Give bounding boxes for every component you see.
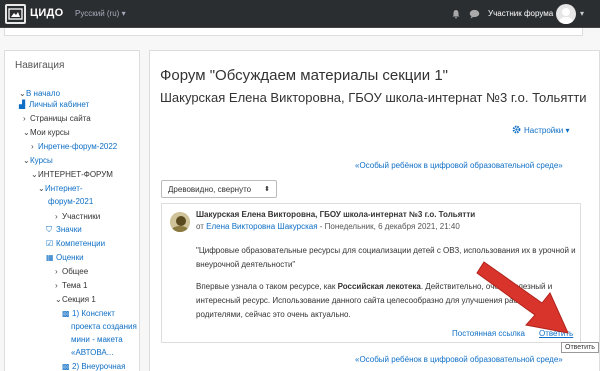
nav-item-label: Мои курсы (30, 128, 70, 137)
user-menu-name[interactable]: Участник форума (488, 9, 553, 18)
nav-item-label: Участники (62, 212, 101, 221)
nav-item-label: 2) Внеурочная (72, 362, 126, 371)
page: ЦИДО Русский (ru) ▾ Участник форума ▾ На… (0, 0, 600, 371)
nav-item-label: Секция 1 (62, 295, 96, 304)
nav-item-label: мини - макета (71, 335, 123, 344)
display-mode-value: Древовидно, свернуто (168, 185, 252, 194)
nav-item-label: Личный кабинет (29, 100, 90, 109)
post-text-bold: Российская лекотека (337, 282, 421, 291)
file-icon: ▩ (62, 362, 70, 371)
chevron-down-icon[interactable]: ▾ (580, 9, 584, 18)
nav-item[interactable]: › Инретне-форум-2022 (31, 142, 117, 152)
logo-icon[interactable] (5, 4, 26, 24)
nav-item-label: Страницы сайта (30, 114, 91, 123)
nav-item[interactable]: ⌄Интернет- (38, 184, 83, 194)
nav-item[interactable]: ⌄Мои курсы (23, 128, 70, 138)
settings-label: Настройки ▾ (524, 126, 570, 135)
nav-item-label: В начало (26, 89, 61, 98)
display-mode-select[interactable]: Древовидно, свернуто ⬍ (161, 180, 277, 198)
nav-item-label: Тема 1 (62, 281, 88, 290)
nav-item[interactable]: ▦ Оценки (46, 253, 84, 263)
nav-item[interactable]: ⌄ИНТЕРНЕТ-ФОРУМ (31, 170, 113, 180)
chevron-right-icon: › (55, 212, 58, 221)
nav-item-label: форум-2021 (48, 197, 94, 206)
chevron-right-icon: › (55, 281, 58, 290)
chevron-right-icon: › (31, 142, 34, 151)
nav-item[interactable]: ☑ Компетенции (46, 239, 105, 249)
nav-item[interactable]: ▩ 2) Внеурочная (62, 362, 125, 371)
chevron-down-icon: ⌄ (23, 156, 30, 165)
updown-icon: ⬍ (264, 186, 270, 193)
gear-icon (512, 125, 521, 134)
nav-item-label: Оценки (56, 253, 84, 262)
navigation-block: Навигация ⌄В начало ▟ Личный кабинет › Стран… (4, 50, 140, 371)
chevron-down-icon: ⌄ (19, 89, 26, 98)
nav-item-label: проекта создания (71, 322, 137, 331)
nav-item-label: Интернет- (45, 184, 83, 193)
dashboard-icon: ▟ (19, 100, 26, 109)
tooltip: Ответить (561, 342, 599, 353)
post-date: - Понедельник, 6 декабря 2021, 21:40 (319, 222, 460, 231)
nav-item[interactable]: форум-2021 (48, 197, 93, 207)
prev-discussion-link-bottom[interactable]: «Особый ребёнок в цифровой образовательн… (355, 355, 563, 364)
nav-item-label: «АВТОВА... (71, 348, 114, 357)
chevron-down-icon: ⌄ (31, 170, 38, 179)
avatar[interactable] (556, 4, 576, 24)
site-name[interactable]: ЦИДО (30, 7, 64, 19)
nav-item-label: ИНТЕРНЕТ-ФОРУМ (38, 170, 113, 179)
chat-icon[interactable] (469, 9, 480, 19)
post-byline: от Елена Викторовна Шакурская - Понедель… (196, 222, 460, 231)
nav-item-label: Компетенции (56, 239, 106, 248)
nav-item[interactable]: › Тема 1 (55, 281, 88, 291)
settings-menu[interactable]: Настройки ▾ (512, 125, 569, 135)
by-prefix: от (196, 222, 204, 231)
red-arrow-annotation (476, 261, 569, 334)
nav-item[interactable]: ▩ 1) Конспект (62, 309, 115, 319)
chevron-down-icon: ⌄ (23, 128, 30, 137)
chevron-down-icon: ⌄ (55, 295, 62, 304)
bell-icon[interactable] (451, 9, 461, 19)
nav-item-label: 1) Конспект (72, 309, 115, 318)
nav-item[interactable]: › Общее (55, 267, 88, 277)
nav-item[interactable]: ⌄В начало (19, 89, 60, 99)
discussion-title: Шакурская Елена Викторовна, ГБОУ школа-и… (160, 90, 587, 105)
nav-item[interactable]: ⌄Курсы (23, 156, 53, 166)
nav-item[interactable]: ⛉ Значки (46, 225, 82, 235)
nav-item[interactable]: › Страницы сайта (23, 114, 91, 124)
checklist-icon: ☑ (46, 239, 54, 248)
nav-item-label: Инретне-форум-2022 (38, 142, 118, 151)
author-avatar[interactable] (170, 212, 190, 232)
nav-item[interactable]: «АВТОВА... (71, 348, 113, 358)
nav-item[interactable]: ⌄Секция 1 (55, 295, 96, 305)
top-region (4, 28, 583, 36)
post-text-start: Впервые узнала о таком ресурсе, как (196, 282, 338, 291)
nav-item-label: Значки (56, 225, 82, 234)
top-navbar: ЦИДО Русский (ru) ▾ Участник форума ▾ (0, 0, 600, 28)
badge-icon: ⛉ (46, 225, 52, 234)
nav-item-label: Общее (62, 267, 89, 276)
chevron-down-icon: ⌄ (38, 184, 45, 193)
nav-item[interactable]: проекта создания (71, 322, 137, 332)
nav-item-label: Курсы (30, 156, 53, 165)
chevron-right-icon: › (23, 114, 26, 123)
nav-item[interactable]: мини - макета (71, 335, 123, 345)
chevron-right-icon: › (55, 267, 58, 276)
navigation-title: Навигация (15, 60, 65, 71)
post-subject: Шакурская Елена Викторовна, ГБОУ школа-и… (196, 210, 476, 219)
nav-item[interactable]: ▟ Личный кабинет (19, 100, 89, 110)
grid-icon: ▦ (46, 253, 54, 262)
prev-discussion-link[interactable]: «Особый ребёнок в цифровой образовательн… (355, 161, 563, 170)
forum-title: Форум "Обсуждаем материалы секции 1" (160, 67, 448, 84)
language-menu[interactable]: Русский (ru) ▾ (75, 9, 126, 18)
nav-item[interactable]: › Участники (55, 212, 100, 222)
post-author-link[interactable]: Елена Викторовна Шакурская (206, 222, 317, 231)
file-icon: ▩ (62, 309, 70, 318)
